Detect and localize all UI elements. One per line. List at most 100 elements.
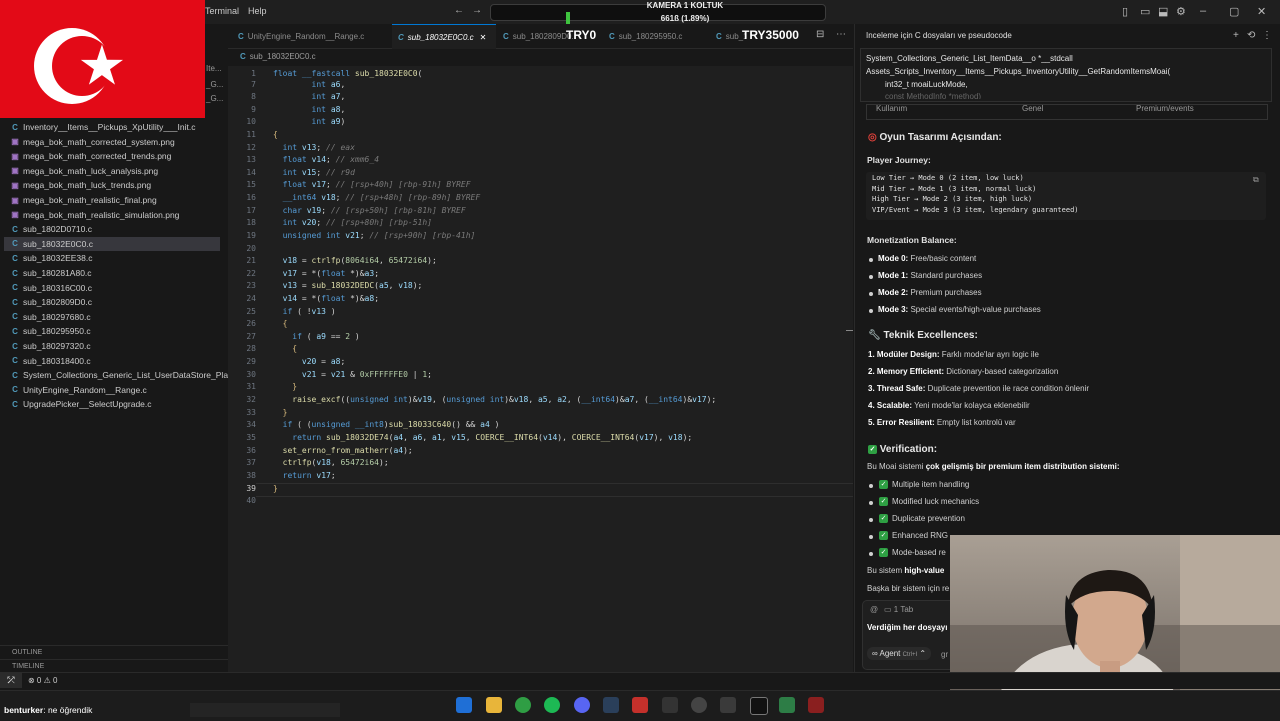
remote-indicator-icon[interactable]: ⤱ [0, 672, 22, 688]
toggle-sidebar-icon[interactable]: ▯ [1122, 5, 1128, 18]
file-tree-item[interactable]: Csub_180297320.c [10, 339, 90, 353]
file-tree-item[interactable]: Csub_1802D0710.c [10, 222, 92, 236]
file-tree-item[interactable]: Csub_18032E0C0.c [4, 236, 220, 251]
check-item: Modified luck mechanics [892, 497, 980, 506]
file-tree-item[interactable]: Csub_180295950.c [10, 324, 90, 338]
panel-more-icon[interactable]: ⋮ [1262, 30, 1272, 41]
chrome-icon[interactable] [515, 697, 531, 713]
file-tree-item[interactable]: ▣ mega_bok_math_realistic_simulation.png [10, 208, 179, 222]
item-value: Yeni mode'lar kolayca eklenebilir [914, 401, 1030, 410]
tech-item: 2. Memory Efficient: Dictionary-based ca… [868, 367, 1058, 376]
file-tree-item[interactable]: Csub_1802809D0.c [10, 295, 92, 309]
new-chat-icon[interactable]: + [1233, 30, 1239, 41]
more-actions-icon[interactable]: ⋯ [836, 29, 846, 40]
bullet [869, 535, 873, 539]
c-file-icon: C [12, 224, 18, 234]
code-line: return v17; [282, 471, 336, 480]
item-key: 2. Memory Efficient: [868, 367, 945, 376]
spotify-icon[interactable] [544, 697, 560, 713]
checkmark-icon: ✓ [868, 444, 877, 454]
line-number: 25 [246, 307, 256, 316]
checkmark-icon: ✓ [879, 548, 888, 557]
item-value: Free/basic content [910, 254, 977, 263]
tab-unityengine-random-range[interactable]: C UnityEngine_Random__Range.c [232, 24, 393, 48]
file-explorer-icon[interactable] [486, 697, 502, 713]
line-number: 12 [246, 143, 256, 152]
code-line: v17 = *(float *)&a3; [282, 269, 380, 278]
outro-a: Bu sistem [867, 566, 905, 575]
ida-icon[interactable] [662, 697, 678, 713]
file-tree-item[interactable]: ▣ mega_bok_math_luck_analysis.png [10, 164, 158, 178]
tab-sub-18032e0c0[interactable]: Csub_18032E0C0.c ✕ [392, 24, 496, 49]
app-icon[interactable] [808, 697, 824, 713]
verification-heading-text: Verification: [879, 444, 938, 455]
chat-input-text[interactable]: Verdiğim her dosyayı [867, 623, 947, 632]
file-tree-item[interactable]: ▣ mega_bok_math_corrected_trends.png [10, 149, 171, 163]
recorder-icon[interactable] [632, 697, 648, 713]
line-number: 7 [251, 80, 256, 89]
model-selector[interactable]: gr [941, 650, 948, 659]
bullet [869, 292, 873, 296]
menu-help[interactable]: Help [248, 6, 267, 16]
agent-mode-button[interactable]: ∞ Agent Ctrl+I ⌃ [867, 647, 932, 660]
snipping-tool-icon[interactable] [720, 697, 736, 713]
breadcrumb[interactable]: Csub_18032E0C0.c [240, 52, 316, 61]
file-tree-item[interactable]: Csub_180318400.c [10, 354, 90, 368]
notepad-icon[interactable] [779, 697, 795, 713]
maximize-icon[interactable]: ▢ [1229, 5, 1239, 18]
toggle-panel-icon[interactable]: ▭ [1140, 5, 1150, 18]
cursor-app-icon[interactable] [750, 697, 768, 715]
close-tab-icon[interactable]: ✕ [480, 33, 487, 42]
at-mention-icon[interactable]: @ [870, 605, 878, 614]
problems-indicator[interactable]: ⊗ 0 ⚠ 0 [28, 676, 57, 685]
line-number: 30 [246, 370, 256, 379]
line-number: 1 [251, 69, 256, 78]
tree-item-partial[interactable]: _G... [206, 80, 223, 89]
code-line: if ( a9 == 2 ) [292, 332, 360, 341]
agent-shortcut: Ctrl+I [902, 652, 918, 658]
checkmark-icon: ✓ [879, 497, 888, 506]
file-tree-item[interactable]: Csub_180297680.c [10, 310, 90, 324]
tree-item-partial[interactable]: _G... [206, 94, 223, 103]
monetization-item: Mode 0: Free/basic content [878, 254, 976, 263]
tab-sub-1802973[interactable]: Csub_1802973… [710, 24, 746, 48]
menu-terminal[interactable]: Terminal [205, 6, 239, 16]
code-line: { [282, 319, 288, 328]
file-tree-item[interactable]: ▣ mega_bok_math_corrected_system.png [10, 135, 174, 149]
layout-icon[interactable]: ⬓ [1158, 5, 1168, 18]
file-name: sub_18032EE38.c [23, 253, 93, 264]
tab-count: 1 Tab [893, 605, 914, 614]
file-tree-item[interactable]: Csub_18032EE38.c [10, 251, 92, 265]
code-line: float __fastcall sub_18032E0C0( [273, 69, 423, 78]
file-tree-item[interactable]: C Inventory__Items__Pickups_XpUtility___I… [10, 120, 195, 134]
file-tree-item[interactable]: ▣ mega_bok_math_luck_trends.png [10, 178, 151, 192]
outline-section[interactable]: OUTLINE [0, 645, 228, 659]
tree-item-partial[interactable]: Ite... [206, 64, 222, 73]
discord-icon[interactable] [574, 697, 590, 713]
tab-sub-1802809d0[interactable]: Csub_1802809D0.c [497, 24, 573, 48]
close-window-icon[interactable]: ✕ [1257, 5, 1266, 18]
file-tree-item[interactable]: Csub_180281A80.c [10, 266, 91, 280]
line-number: 10 [246, 117, 256, 126]
history-icon[interactable]: ⟲ [1247, 30, 1255, 41]
copy-icon[interactable]: ⧉ [1253, 175, 1259, 185]
file-tree-item[interactable]: C System_Collections_Generic_List_UserDat… [10, 368, 235, 382]
file-tree-item[interactable]: C UpgradePicker__SelectUpgrade.c [10, 397, 151, 411]
split-editor-icon[interactable]: ⊟ [816, 29, 824, 40]
steam-icon[interactable] [603, 697, 619, 713]
check-item: Mode-based re [892, 548, 946, 557]
timeline-section[interactable]: TIMELINE [0, 659, 228, 673]
file-tree-item[interactable]: ▣ mega_bok_math_realistic_final.png [10, 193, 157, 207]
file-tree-item[interactable]: C UnityEngine_Random__Range.c [10, 383, 147, 397]
forward-arrow-icon[interactable]: → [472, 5, 482, 16]
back-arrow-icon[interactable]: ← [454, 5, 464, 16]
file-name: mega_bok_math_luck_trends.png [23, 180, 152, 191]
settings-gear-icon[interactable]: ⚙ [1176, 5, 1186, 18]
obs-icon[interactable] [691, 697, 707, 713]
file-tree-item[interactable]: Csub_180316C00.c [10, 281, 92, 295]
minimize-icon[interactable]: – [1200, 5, 1206, 17]
tabs-indicator[interactable]: ▭ 1 Tab [884, 605, 913, 614]
windows-start-icon[interactable] [456, 697, 472, 713]
stream-overlay-title: KAMERA 1 KOLTUK [646, 1, 724, 10]
tab-sub-180295950[interactable]: Csub_180295950.c [603, 24, 709, 48]
